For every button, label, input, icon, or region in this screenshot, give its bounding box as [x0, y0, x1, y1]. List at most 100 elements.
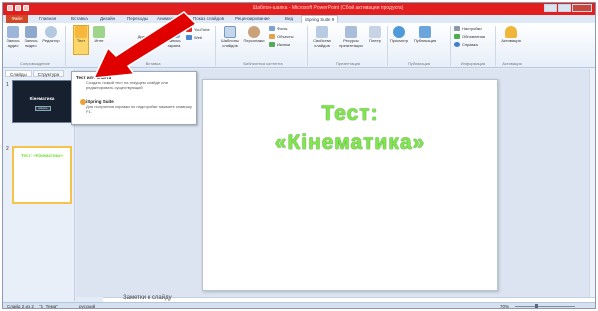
tab-slides[interactable]: Слайды: [5, 70, 32, 77]
tab-file[interactable]: Файл: [6, 15, 28, 23]
theme-name: "1_Тема": [39, 304, 58, 309]
tab-transitions[interactable]: Переходы: [127, 15, 148, 23]
window-title: Шаблон-шапка - Microsoft PowerPoint (Сбо…: [252, 5, 404, 11]
zoom-level[interactable]: 70%: [500, 304, 509, 308]
slide-title-line-1[interactable]: Тест:: [203, 102, 497, 126]
publish-icon: [419, 26, 431, 38]
simulator-button[interactable]: Диалоговый тренажер: [135, 34, 163, 44]
resources-icon: [345, 26, 357, 38]
group-label: Активация: [502, 61, 522, 66]
help-button[interactable]: Справка: [454, 42, 478, 47]
character-icon: [248, 26, 260, 38]
tab-home[interactable]: Главная: [39, 15, 56, 23]
panel-tabs: Слайды Структура: [5, 70, 65, 77]
menu-item-ispring-help[interactable]: iSpring Suite Для получения справки по н…: [76, 99, 194, 114]
backgrounds-button[interactable]: Фоны: [269, 26, 287, 31]
quiz-icon: [75, 26, 87, 38]
tab-design[interactable]: Дизайн: [100, 15, 115, 23]
slide-title-line-2[interactable]: «Кінематика»: [203, 131, 497, 155]
ribbon-separator: [307, 26, 308, 66]
test-button[interactable]: Тест: [73, 25, 89, 55]
minimize-button[interactable]: [544, 4, 557, 12]
close-button[interactable]: [572, 4, 592, 12]
vertical-scrollbar[interactable]: [589, 69, 595, 297]
update-icon: [454, 34, 460, 39]
save-icon[interactable]: [15, 5, 21, 11]
thumbnail-title: Тест: «Кінематика»: [20, 153, 64, 158]
editor-button[interactable]: Редактор: [41, 26, 61, 44]
ribbon-separator: [65, 26, 66, 66]
presentation-resources-button[interactable]: Ресурсы презентации: [337, 26, 365, 48]
tab-view[interactable]: Вид: [285, 15, 293, 23]
slides-panel: Слайды Структура 1 Кінематика начать 2 Т…: [3, 69, 75, 301]
slide-number-1: 1: [6, 82, 9, 88]
title-bar: Шаблон-шапка - Microsoft PowerPoint (Сбо…: [3, 3, 595, 15]
powerpoint-window: Шаблон-шапка - Microsoft PowerPoint (Сбо…: [2, 2, 596, 309]
zoom-slider-thumb[interactable]: [535, 304, 538, 308]
slide-number-2: 2: [6, 146, 9, 152]
maximize-button[interactable]: [558, 4, 571, 12]
objects-icon: [269, 34, 275, 39]
group-label: Библиотека контента: [243, 61, 283, 66]
slide-templates-button[interactable]: Шаблоны слайдов: [219, 26, 241, 48]
interaction-button[interactable]: Инте: [92, 26, 106, 44]
screen-record-button[interactable]: Запись экрана: [164, 26, 184, 48]
menu-item-description: Для получения справки по надстройке нажм…: [86, 104, 192, 114]
updates-button[interactable]: Обновления: [454, 34, 485, 39]
notes-placeholder: Заметки к слайду: [123, 295, 172, 301]
slide-counter: Слайд 2 из 2: [7, 304, 34, 309]
thumbnail-title: Кінематика: [29, 96, 55, 101]
characters-button[interactable]: Персонажи: [243, 26, 265, 44]
language-indicator[interactable]: русский: [79, 304, 95, 308]
tab-ispring-suite[interactable]: iSpring Suite 9: [301, 15, 339, 23]
activation-button[interactable]: Активация: [498, 26, 524, 44]
youtube-button[interactable]: YouTube: [186, 27, 210, 32]
status-bar: Слайд 2 из 2 "1_Тема" русский 70%: [3, 302, 595, 309]
player-button[interactable]: Плеер: [367, 26, 383, 44]
help-icon: [454, 42, 460, 47]
quick-access-toolbar: [7, 5, 29, 11]
slide-thumbnail-1[interactable]: Кінематика начать: [12, 80, 72, 123]
key-icon: [505, 26, 517, 38]
group-label: Публикация: [407, 61, 431, 66]
editor-icon: [45, 26, 57, 38]
gear-icon: [454, 26, 460, 31]
ribbon-tab-bar: Файл Главная Вставка Дизайн Переходы Ани…: [3, 15, 595, 23]
ribbon-separator: [450, 26, 451, 66]
undo-icon[interactable]: [23, 5, 29, 11]
ispring-icon: [80, 99, 86, 105]
player-icon: [369, 26, 381, 38]
settings-button[interactable]: Настройки: [454, 26, 482, 31]
slide-properties-button[interactable]: Свойства слайдов: [310, 26, 334, 48]
publish-button[interactable]: Публикация: [412, 26, 438, 44]
preview-button[interactable]: Просмотр: [389, 26, 409, 44]
record-video-button[interactable]: Запись видео: [23, 26, 39, 48]
ribbon: Запись аудио Запись видео Редактор Тест …: [3, 23, 595, 68]
objects-button[interactable]: Объекты: [269, 34, 294, 39]
group-label: Вставка: [145, 61, 161, 66]
play-icon: [393, 26, 405, 38]
youtube-icon: [186, 27, 192, 32]
menu-item-test-or-survey[interactable]: Тест или анкета Создать новый тест на те…: [76, 75, 194, 90]
tab-outline[interactable]: Структура: [32, 70, 65, 77]
group-label: Информация: [460, 61, 486, 66]
group-label: Сопровождение: [20, 61, 50, 66]
current-slide[interactable]: Тест: «Кінематика»: [202, 79, 498, 291]
powerpoint-app-icon[interactable]: [7, 5, 13, 11]
slide-thumbnail-2[interactable]: Тест: «Кінематика»: [12, 146, 72, 204]
microphone-icon: [7, 26, 19, 38]
ribbon-separator: [495, 26, 496, 66]
test-dropdown-menu: Тест или анкета Создать новый тест на те…: [71, 71, 197, 125]
record-audio-button[interactable]: Запись аудио: [5, 26, 21, 48]
tab-slideshow[interactable]: Показ слайдов: [193, 15, 224, 23]
ribbon-separator: [215, 26, 216, 66]
icons-button[interactable]: Иконки: [269, 42, 290, 47]
tab-review[interactable]: Рецензирование: [235, 15, 270, 23]
globe-icon: [186, 35, 192, 40]
tab-insert[interactable]: Вставка: [71, 15, 88, 23]
web-button[interactable]: Web: [186, 35, 202, 40]
zoom-slider[interactable]: [515, 304, 575, 308]
slide-template-icon: [224, 26, 236, 38]
window-controls: [544, 4, 592, 12]
tab-animations[interactable]: Анимация: [157, 15, 178, 23]
